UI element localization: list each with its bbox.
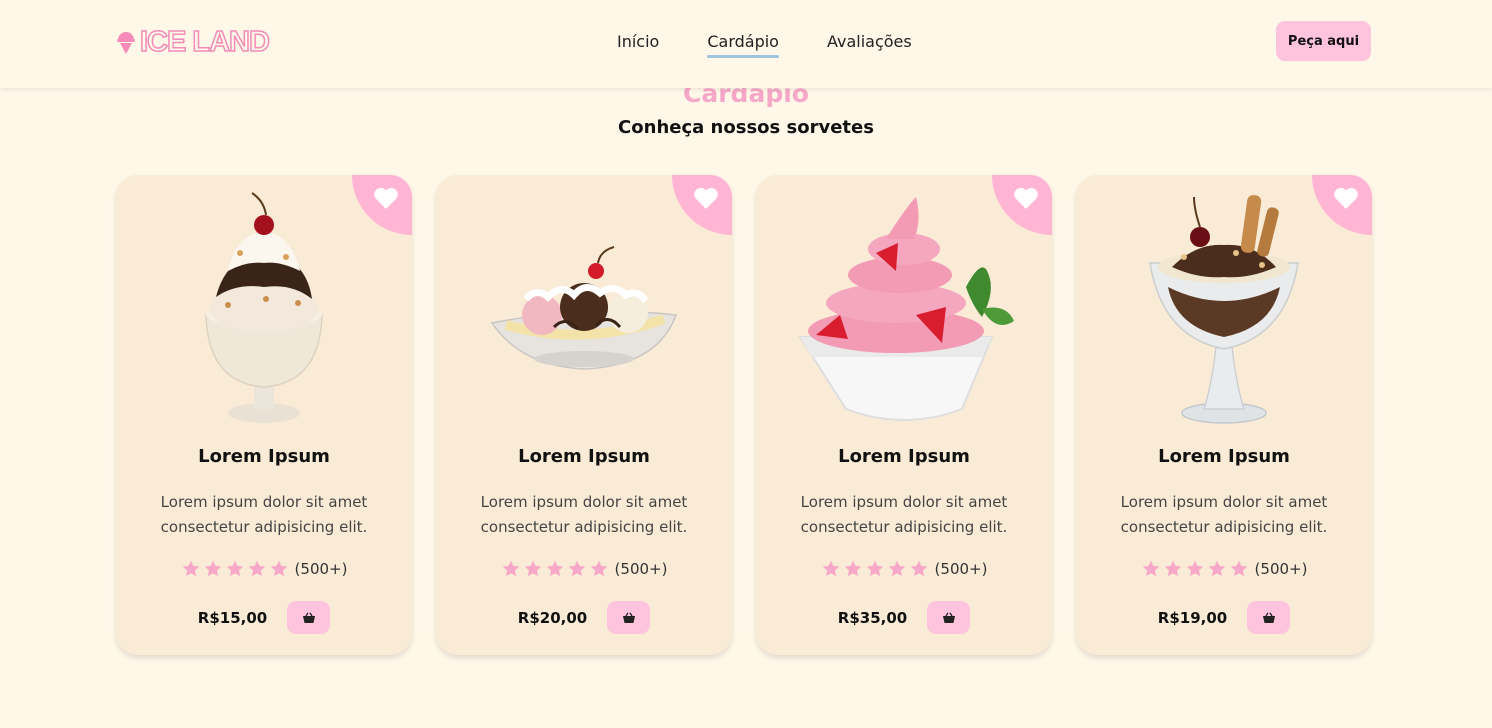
star-icon [226, 560, 243, 577]
star-icon [524, 560, 541, 577]
section-subtitle: Conheça nossos sorvetes [618, 117, 874, 138]
star-icon [568, 560, 585, 577]
review-count: (500+) [1254, 560, 1308, 578]
nav-link-avaliacoes[interactable]: Avaliações [827, 31, 912, 53]
product-title: Lorem Ipsum [838, 446, 970, 467]
star-icon [1164, 560, 1181, 577]
product-card: Lorem Ipsum Lorem ipsum dolor sit amet c… [756, 175, 1052, 655]
add-to-cart-button[interactable] [287, 601, 331, 634]
basket-icon [942, 611, 955, 623]
product-price: R$19,00 [1157, 608, 1228, 627]
product-rating: (500+) [436, 559, 732, 579]
product-title: Lorem Ipsum [1158, 446, 1290, 467]
star-icon [866, 560, 883, 577]
review-count: (500+) [934, 560, 988, 578]
star-icon [270, 560, 287, 577]
basket-icon [1262, 611, 1275, 623]
product-title: Lorem Ipsum [518, 446, 650, 467]
star-icon [502, 560, 519, 577]
logo[interactable]: ICE LAND [116, 26, 271, 58]
star-icon [844, 560, 861, 577]
product-image [756, 187, 1052, 433]
product-description: Lorem ipsum dolor sit amet consectetur a… [1120, 493, 1328, 536]
add-to-cart-button[interactable] [1247, 601, 1291, 634]
product-card: Lorem Ipsum Lorem ipsum dolor sit amet c… [116, 175, 412, 655]
nav-link-inicio[interactable]: Início [617, 31, 659, 53]
star-icon [590, 560, 607, 577]
review-count: (500+) [294, 560, 348, 578]
heart-icon [374, 187, 398, 209]
price-row: R$15,00 [116, 601, 412, 634]
star-icon [248, 560, 265, 577]
order-button[interactable]: Peça aqui [1276, 21, 1371, 61]
star-icon [182, 560, 199, 577]
star-icon [888, 560, 905, 577]
star-icon [1208, 560, 1225, 577]
add-to-cart-button[interactable] [927, 601, 971, 634]
product-title: Lorem Ipsum [198, 446, 330, 467]
product-description: Lorem ipsum dolor sit amet consectetur a… [800, 493, 1008, 536]
product-description: Lorem ipsum dolor sit amet consectetur a… [160, 493, 368, 536]
product-image [436, 187, 732, 433]
heart-icon [1334, 187, 1358, 209]
star-icon [1186, 560, 1203, 577]
star-icon [822, 560, 839, 577]
heart-icon [1014, 187, 1038, 209]
basket-icon [302, 611, 315, 623]
product-card: Lorem Ipsum Lorem ipsum dolor sit amet c… [436, 175, 732, 655]
product-rating: (500+) [756, 559, 1052, 579]
header: ICE LAND Início Cardápio Avaliações Peça… [0, 0, 1492, 88]
star-icon [910, 560, 927, 577]
product-description: Lorem ipsum dolor sit amet consectetur a… [480, 493, 688, 536]
heart-icon [694, 187, 718, 209]
star-icon [204, 560, 221, 577]
product-rating: (500+) [116, 559, 412, 579]
star-icon [546, 560, 563, 577]
main-nav: Início Cardápio Avaliações [617, 31, 912, 58]
add-to-cart-button[interactable] [607, 601, 651, 634]
review-count: (500+) [614, 560, 668, 578]
product-image [116, 187, 412, 433]
product-rating: (500+) [1076, 559, 1372, 579]
basket-icon [622, 611, 635, 623]
product-image [1076, 187, 1372, 433]
logo-text: ICE LAND [139, 26, 270, 58]
product-price: R$20,00 [517, 608, 588, 627]
star-icon [1230, 560, 1247, 577]
product-price: R$35,00 [837, 608, 908, 627]
star-icon [1142, 560, 1159, 577]
nav-link-cardapio[interactable]: Cardápio [707, 31, 779, 58]
product-card: Lorem Ipsum Lorem ipsum dolor sit amet c… [1076, 175, 1372, 655]
product-price: R$15,00 [197, 608, 268, 627]
price-row: R$19,00 [1076, 601, 1372, 634]
price-row: R$20,00 [436, 601, 732, 634]
price-row: R$35,00 [756, 601, 1052, 634]
ice-cream-icon [117, 32, 135, 54]
